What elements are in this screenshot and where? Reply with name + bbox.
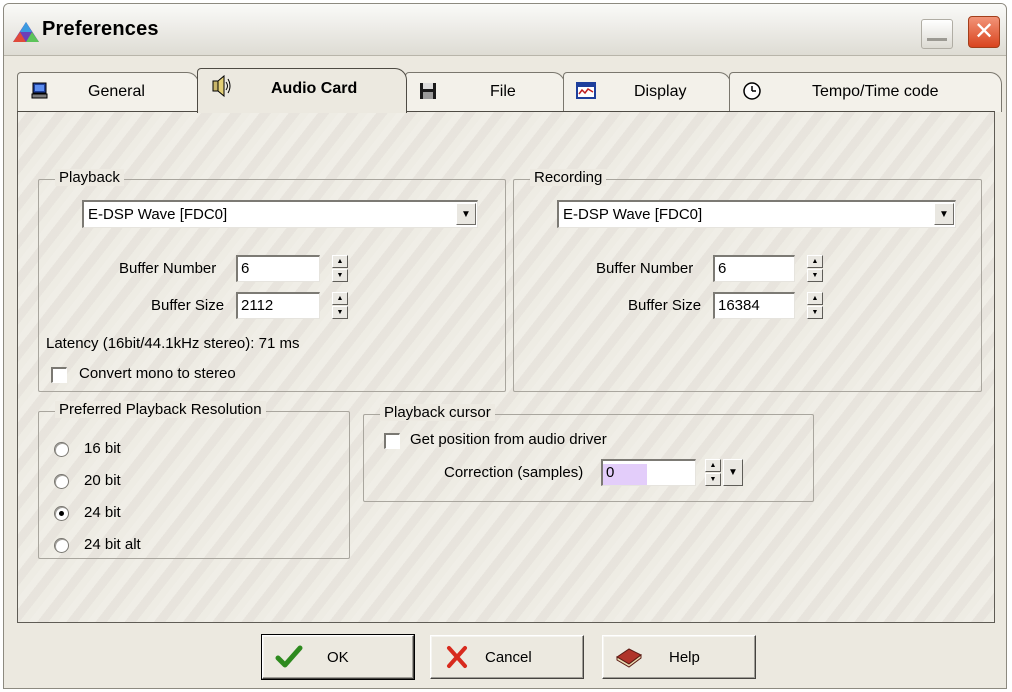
- tab-tempo-time-code-label: Tempo/Time code: [812, 83, 939, 100]
- radio-16-bit-label[interactable]: 16 bit: [84, 440, 121, 457]
- chevron-down-icon[interactable]: ▼: [934, 203, 954, 225]
- resolution-legend: Preferred Playback Resolution: [55, 401, 266, 418]
- audio-card-panel: Playback E-DSP Wave [FDC0] ▼ Buffer Numb…: [17, 111, 995, 623]
- recording-buffer-number-input[interactable]: 6: [713, 255, 795, 282]
- tab-display-label: Display: [634, 83, 687, 100]
- spin-down-icon[interactable]: ▼: [332, 269, 348, 282]
- playback-buffer-number-label: Buffer Number: [119, 260, 217, 277]
- cancel-x-icon: [447, 646, 467, 668]
- recording-device-select[interactable]: E-DSP Wave [FDC0] ▼: [557, 200, 956, 228]
- display-icon: [576, 82, 596, 99]
- tab-file-label: File: [490, 83, 516, 100]
- close-icon: ✕: [973, 18, 995, 45]
- tab-strip: General Audio Card File Display Tempo/Ti…: [17, 68, 1002, 113]
- playback-buffer-size-spinner[interactable]: ▲ ▼: [332, 292, 348, 319]
- spin-up-icon[interactable]: ▲: [705, 459, 721, 472]
- playback-cursor-legend: Playback cursor: [380, 404, 495, 421]
- ok-button[interactable]: OK: [261, 634, 415, 680]
- recording-buffer-size-input[interactable]: 16384: [713, 292, 795, 319]
- tab-general[interactable]: General: [17, 72, 199, 112]
- tab-display[interactable]: Display: [563, 72, 731, 112]
- radio-24-bit[interactable]: [54, 506, 69, 521]
- recording-buffer-size-spinner[interactable]: ▲ ▼: [807, 292, 823, 319]
- recording-device-value: E-DSP Wave [FDC0]: [563, 206, 703, 223]
- chevron-down-icon[interactable]: ▼: [456, 203, 476, 225]
- playback-cursor-group: Playback cursor Get position from audio …: [363, 404, 814, 502]
- playback-buffer-size-label: Buffer Size: [151, 297, 225, 314]
- playback-device-select[interactable]: E-DSP Wave [FDC0] ▼: [82, 200, 478, 228]
- window-title: Preferences: [42, 18, 159, 40]
- speaker-icon: [212, 74, 231, 98]
- playback-latency-text: Latency (16bit/44.1kHz stereo): 71 ms: [46, 335, 300, 352]
- correction-input[interactable]: 0: [601, 459, 696, 486]
- spin-up-icon[interactable]: ▲: [332, 255, 348, 268]
- checkmark-icon: [275, 645, 303, 668]
- radio-20-bit[interactable]: [54, 474, 69, 489]
- spin-up-icon[interactable]: ▲: [807, 255, 823, 268]
- tab-audio-card-label: Audio Card: [271, 80, 358, 97]
- recording-buffer-number-spinner[interactable]: ▲ ▼: [807, 255, 823, 282]
- chevron-down-icon[interactable]: ▼: [723, 459, 743, 486]
- floppy-disk-icon: [420, 83, 436, 99]
- close-button[interactable]: ✕: [968, 16, 1000, 48]
- spin-down-icon[interactable]: ▼: [807, 269, 823, 282]
- recording-buffer-size-label: Buffer Size: [628, 297, 702, 314]
- spin-down-icon[interactable]: ▼: [332, 306, 348, 319]
- radio-24-bit-label[interactable]: 24 bit: [84, 504, 121, 521]
- app-logo-icon: [13, 22, 39, 42]
- get-position-label[interactable]: Get position from audio driver: [410, 431, 607, 448]
- preferences-window: Preferences ✕ General Audio Card File Di…: [3, 3, 1007, 689]
- tab-audio-card[interactable]: Audio Card: [197, 68, 407, 113]
- playback-buffer-size-input[interactable]: 2112: [236, 292, 320, 319]
- cancel-button[interactable]: Cancel: [430, 635, 584, 679]
- playback-buffer-number-input[interactable]: 6: [236, 255, 320, 282]
- computer-icon: [31, 82, 48, 99]
- get-position-checkbox[interactable]: [384, 433, 400, 449]
- playback-legend: Playback: [55, 169, 124, 186]
- help-button-label: Help: [669, 649, 700, 666]
- playback-device-value: E-DSP Wave [FDC0]: [88, 206, 228, 223]
- recording-group: Recording E-DSP Wave [FDC0] ▼ Buffer Num…: [513, 169, 982, 392]
- correction-dropdown-button[interactable]: ▼: [723, 459, 743, 486]
- clock-icon: [743, 82, 761, 100]
- minimize-button[interactable]: [921, 19, 953, 49]
- tab-file[interactable]: File: [405, 72, 565, 112]
- recording-buffer-number-label: Buffer Number: [596, 260, 694, 277]
- spin-up-icon[interactable]: ▲: [807, 292, 823, 305]
- playback-group: Playback E-DSP Wave [FDC0] ▼ Buffer Numb…: [38, 169, 506, 392]
- recording-legend: Recording: [530, 169, 607, 186]
- cancel-button-label: Cancel: [485, 649, 532, 666]
- convert-mono-checkbox[interactable]: [51, 367, 67, 383]
- spin-down-icon[interactable]: ▼: [705, 473, 721, 486]
- radio-16-bit[interactable]: [54, 442, 69, 457]
- radio-24-bit-alt-label[interactable]: 24 bit alt: [84, 536, 141, 553]
- tab-tempo-time-code[interactable]: Tempo/Time code: [729, 72, 1002, 112]
- convert-mono-label[interactable]: Convert mono to stereo: [79, 365, 236, 382]
- correction-value: 0: [603, 464, 647, 485]
- title-bar[interactable]: Preferences ✕: [4, 4, 1006, 56]
- tab-general-label: General: [88, 83, 145, 100]
- help-book-icon: [616, 648, 642, 668]
- correction-spinner[interactable]: ▲ ▼: [705, 459, 721, 486]
- playback-buffer-number-spinner[interactable]: ▲ ▼: [332, 255, 348, 282]
- radio-20-bit-label[interactable]: 20 bit: [84, 472, 121, 489]
- spin-down-icon[interactable]: ▼: [807, 306, 823, 319]
- ok-button-label: OK: [327, 649, 349, 666]
- radio-24-bit-alt[interactable]: [54, 538, 69, 553]
- spin-up-icon[interactable]: ▲: [332, 292, 348, 305]
- correction-label: Correction (samples): [444, 464, 584, 481]
- minimize-icon: [927, 38, 947, 41]
- resolution-group: Preferred Playback Resolution 16 bit 20 …: [38, 401, 350, 559]
- help-button[interactable]: Help: [602, 635, 756, 679]
